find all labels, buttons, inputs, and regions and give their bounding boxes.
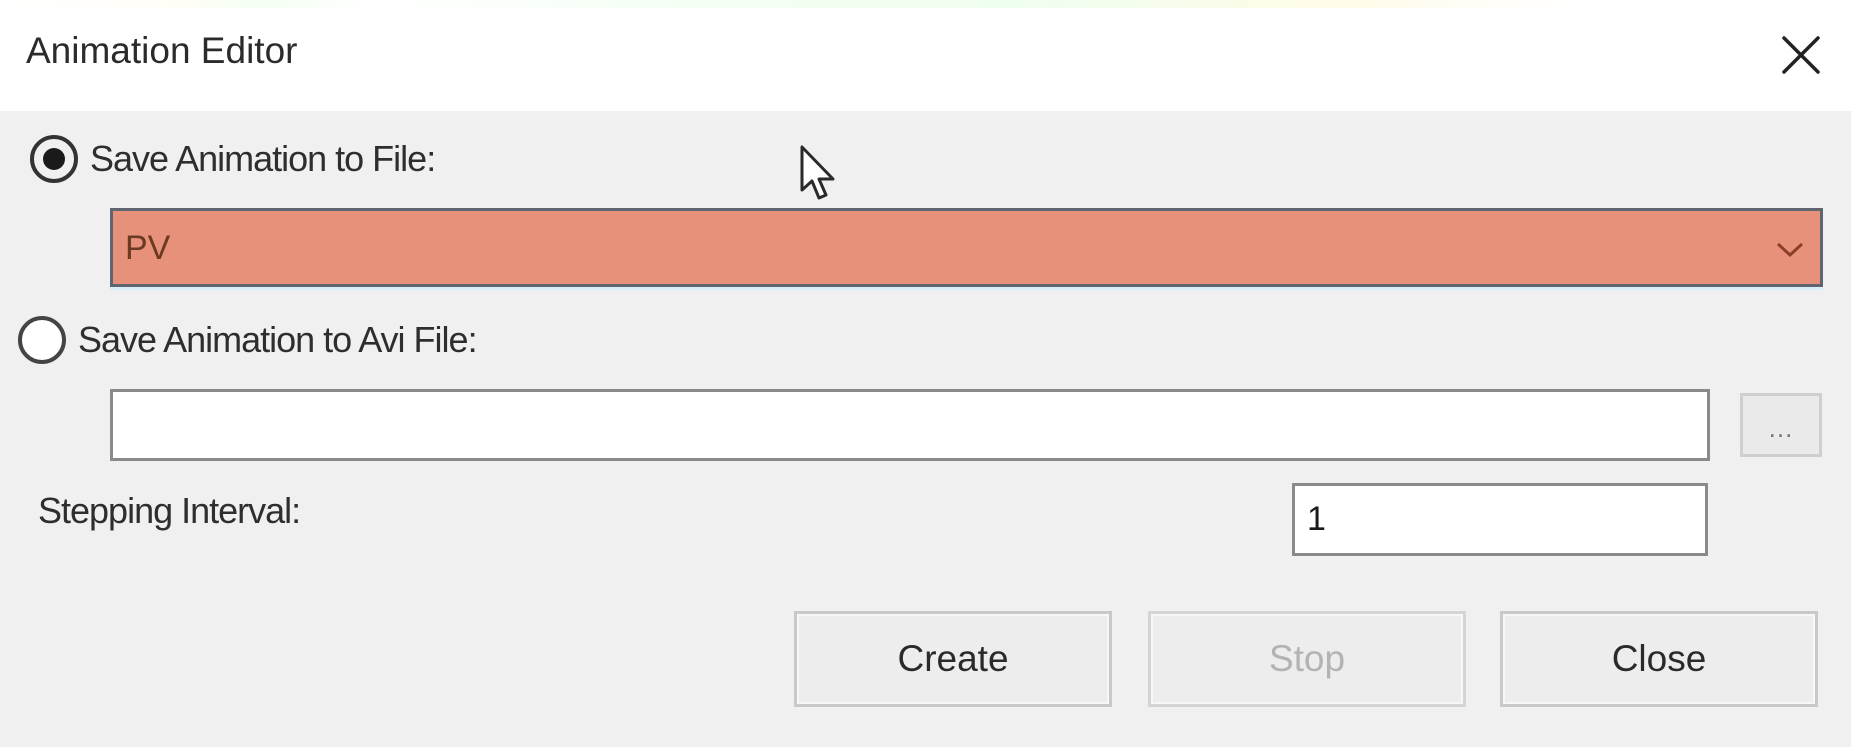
save-to-avi-radio[interactable]	[18, 316, 66, 364]
create-button[interactable]: Create	[794, 611, 1112, 707]
browse-button[interactable]: ...	[1740, 393, 1822, 457]
save-to-avi-label: Save Animation to Avi File:	[78, 319, 478, 360]
title-bar: Animation Editor	[0, 8, 1851, 111]
close-window-button[interactable]	[1772, 26, 1830, 84]
close-x-icon	[1782, 36, 1820, 74]
stepping-interval-label: Stepping Interval:	[38, 490, 301, 531]
background-window-strip	[0, 0, 1851, 8]
dialog-title: Animation Editor	[26, 30, 298, 71]
save-to-file-label: Save Animation to File:	[90, 138, 436, 179]
close-button[interactable]: Close	[1500, 611, 1818, 707]
save-to-file-option[interactable]: Save Animation to File:	[30, 135, 436, 183]
stepping-interval-input[interactable]	[1292, 483, 1708, 556]
save-to-avi-option[interactable]: Save Animation to Avi File:	[18, 316, 478, 364]
stop-button: Stop	[1148, 611, 1466, 707]
avi-file-path-input[interactable]	[110, 389, 1710, 461]
mouse-pointer-icon	[800, 145, 835, 200]
animation-editor-dialog: Animation Editor Save Animation to File:…	[0, 0, 1851, 747]
chevron-down-icon	[1776, 242, 1804, 258]
file-format-dropdown[interactable]: PV	[110, 208, 1823, 287]
file-format-selected-value: PV	[125, 229, 171, 267]
save-to-file-radio[interactable]	[30, 135, 78, 183]
